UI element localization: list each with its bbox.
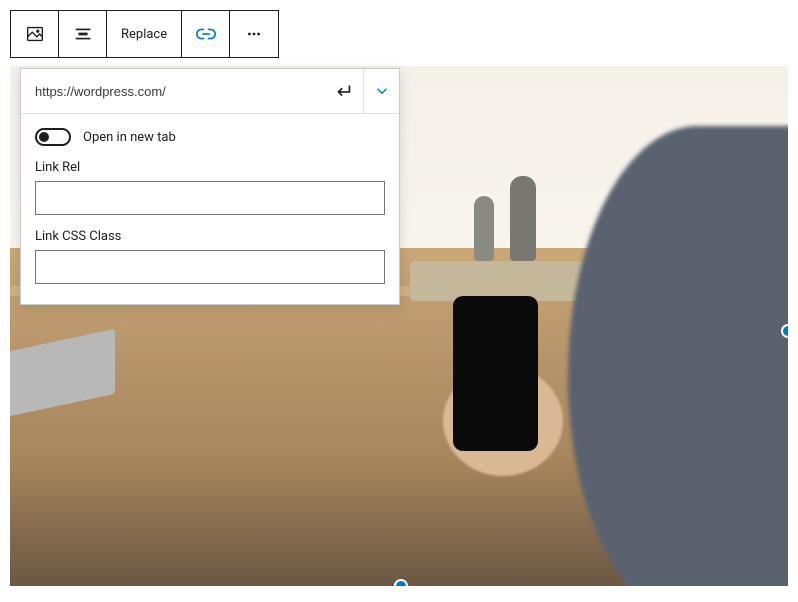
align-icon — [72, 23, 94, 45]
open-new-tab-row: Open in new tab — [35, 128, 385, 146]
align-button[interactable] — [59, 11, 107, 57]
block-toolbar: Replace — [10, 10, 279, 58]
apply-link-button[interactable] — [323, 69, 363, 113]
link-settings-body: Open in new tab Link Rel Link CSS Class — [21, 114, 399, 304]
link-css-class-label: Link CSS Class — [35, 229, 385, 244]
resize-handle-bottom[interactable] — [394, 579, 408, 586]
image-block-icon-button[interactable] — [11, 11, 59, 57]
open-new-tab-toggle[interactable] — [35, 128, 71, 146]
replace-button-label: Replace — [121, 27, 167, 42]
link-icon — [195, 23, 217, 45]
link-button[interactable] — [182, 11, 230, 57]
link-css-class-input[interactable] — [35, 250, 385, 284]
link-rel-label: Link Rel — [35, 160, 385, 175]
replace-button[interactable]: Replace — [107, 11, 182, 57]
link-settings-toggle[interactable] — [363, 69, 399, 113]
chevron-down-icon — [373, 82, 391, 100]
toggle-thumb — [39, 132, 49, 142]
resize-handle-right[interactable] — [781, 324, 788, 338]
open-new-tab-label: Open in new tab — [83, 130, 176, 145]
more-icon — [243, 23, 265, 45]
link-url-row — [21, 69, 399, 114]
link-url-input[interactable] — [21, 72, 323, 111]
link-settings-popover: .link-url-row > .submit-btn:nth-of-type(… — [20, 68, 400, 305]
enter-icon — [332, 80, 354, 102]
image-icon — [24, 23, 46, 45]
link-rel-input[interactable] — [35, 181, 385, 215]
more-options-button[interactable] — [230, 11, 278, 57]
